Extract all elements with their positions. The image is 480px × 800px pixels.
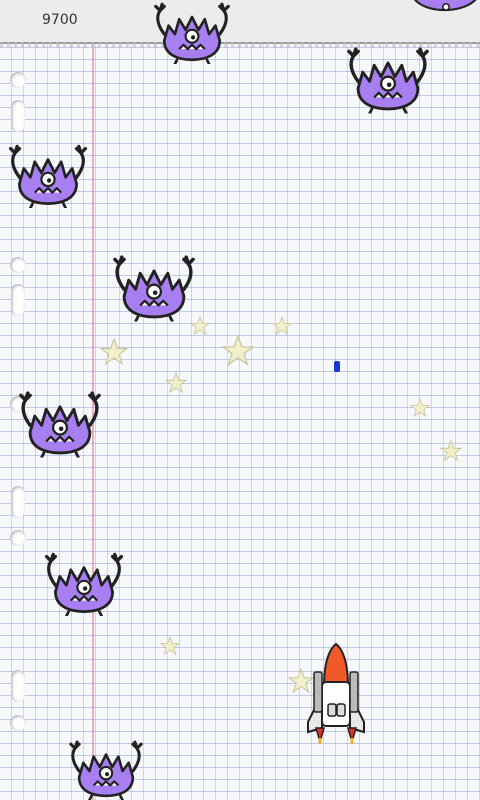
purple-monster-icon[interactable] xyxy=(4,140,92,210)
purple-monster-icon[interactable] xyxy=(108,252,200,322)
binder-hole xyxy=(10,72,26,88)
binder-hole xyxy=(10,715,26,731)
star-icon xyxy=(160,636,180,656)
score-display: 9700 xyxy=(42,12,78,28)
purple-monster-icon[interactable] xyxy=(40,548,128,618)
purple-monster-icon[interactable] xyxy=(60,738,152,800)
binder-hole xyxy=(10,530,26,546)
star-icon xyxy=(165,372,187,394)
space-shuttle-icon[interactable] xyxy=(304,642,368,746)
purple-monster-icon[interactable] xyxy=(14,388,106,458)
purple-monster-icon[interactable] xyxy=(404,0,480,26)
purple-monster-icon[interactable] xyxy=(342,44,434,114)
star-icon xyxy=(410,398,430,418)
star-icon xyxy=(272,316,292,336)
binder-slot xyxy=(11,100,25,132)
star-icon xyxy=(440,440,462,462)
binder-slot xyxy=(11,486,25,518)
star-icon xyxy=(100,338,128,366)
binder-slot xyxy=(11,670,25,702)
binder-slot xyxy=(11,284,25,316)
binder-hole xyxy=(10,257,26,273)
star-icon xyxy=(222,335,254,367)
bullet-icon xyxy=(334,361,340,372)
purple-monster-icon[interactable] xyxy=(148,0,236,64)
